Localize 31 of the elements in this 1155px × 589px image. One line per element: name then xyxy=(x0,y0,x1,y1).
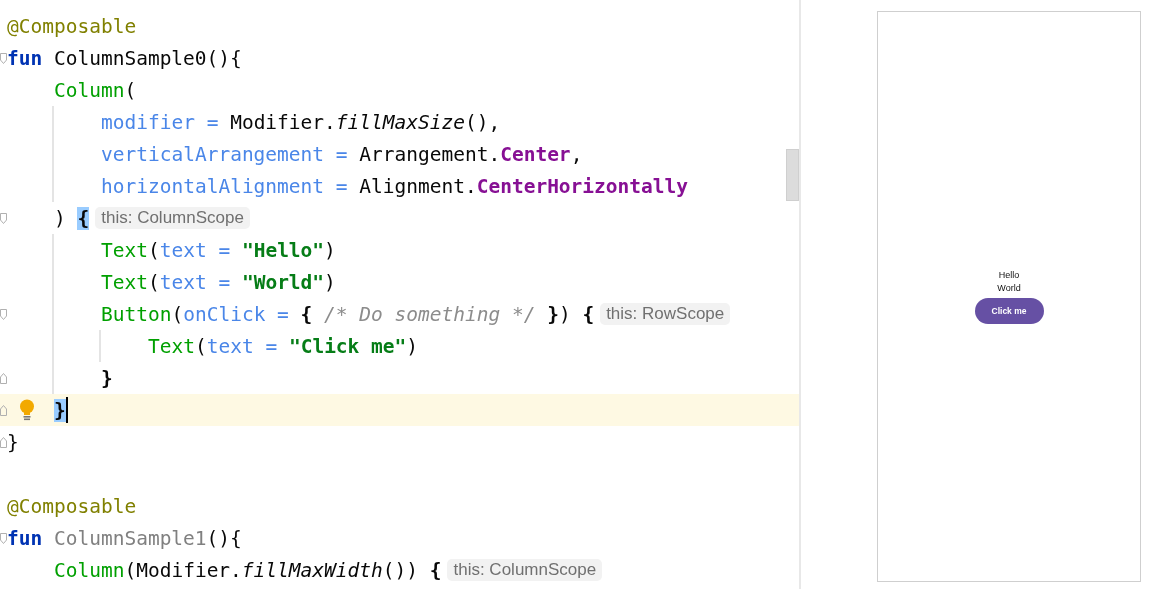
fold-icon[interactable] xyxy=(0,404,7,416)
code-line: @Composable xyxy=(7,13,137,40)
code-line: modifier = Modifier.fillMaxSize(), xyxy=(101,109,501,136)
code-line: fun ColumnSample0(){ xyxy=(7,45,242,72)
code-line: } xyxy=(7,429,19,456)
fold-icon[interactable] xyxy=(0,372,7,384)
preview-text: Hello xyxy=(998,269,1020,282)
fold-icon[interactable] xyxy=(0,436,7,448)
code-line: Column( xyxy=(54,77,137,104)
code-line: Column(Modifier.fillMaxWidth()) { xyxy=(54,557,442,584)
lightbulb-icon[interactable] xyxy=(19,399,35,421)
code-line: } xyxy=(101,365,113,392)
code-line: Text(text = "World") xyxy=(101,269,336,296)
fold-icon[interactable] xyxy=(0,212,7,224)
code-line: Text(text = "Hello") xyxy=(101,237,336,264)
code-line: Text(text = "Click me") xyxy=(148,333,419,360)
code-line: @Composable xyxy=(7,493,137,520)
inlay-hint: this: RowScope xyxy=(600,303,731,325)
code-line: horizontalAlignment = Alignment.CenterHorizontally xyxy=(101,173,688,200)
fold-icon[interactable] xyxy=(0,532,7,544)
fold-icon[interactable] xyxy=(0,308,7,320)
code-line: verticalArrangement = Arrangement.Center, xyxy=(101,141,583,168)
preview-text: World xyxy=(997,282,1021,295)
scrollbar-thumb[interactable] xyxy=(786,149,799,201)
fold-icon[interactable] xyxy=(0,52,7,64)
code-line: fun ColumnSample1(){ xyxy=(7,525,242,552)
preview-button[interactable]: Click me xyxy=(974,298,1044,324)
code-line: ) { xyxy=(54,205,90,232)
inlay-hint: this: ColumnScope xyxy=(95,207,250,229)
code-line: Button(onClick = { /* Do something */ }) { xyxy=(101,301,595,328)
inlay-hint: this: ColumnScope xyxy=(447,559,603,581)
